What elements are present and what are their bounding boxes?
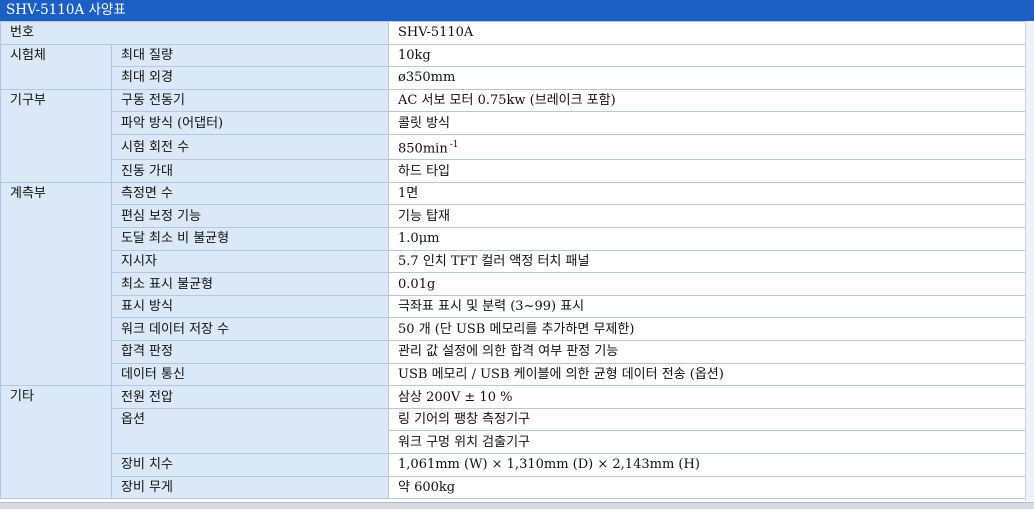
- value-text: 10kg: [398, 47, 431, 63]
- item-label: 장비 무게: [110, 475, 390, 500]
- table-row: 편심 보정 기능 기능 탑재: [1, 204, 1028, 229]
- value-text: 하드 타입: [398, 163, 450, 179]
- item-value: AC 서보 모터 0.75kw (브레이크 포함): [388, 88, 1028, 113]
- category-cell: 기구부: [0, 88, 112, 183]
- item-label: 워크 데이터 저장 수: [110, 317, 390, 342]
- item-label: 파악 방식 (어댑터): [110, 111, 390, 135]
- table-row: 데이터 통신 USB 메모리 / USB 케이블에 의한 균형 데이터 전송 (옵…: [1, 362, 1028, 387]
- item-label: 최대 외경: [110, 66, 390, 90]
- table-row: 진동 가대 하드 타입: [1, 159, 1028, 183]
- item-value: 850min -1: [388, 133, 1028, 161]
- item-value: 50 개 (단 USB 메모리를 추가하면 무제한): [388, 317, 1028, 342]
- value-text: 삼상 200V ± 10 %: [398, 389, 513, 405]
- item-label: 진동 가대: [110, 159, 390, 183]
- table-row: 장비 치수 1,061mm (W) × 1,310mm (D) × 2,143mm…: [1, 453, 1028, 477]
- item-label: 구동 전동기: [110, 88, 390, 113]
- category-cell: 시험체: [0, 43, 112, 90]
- header-label: 번호: [0, 21, 390, 45]
- item-label: 지시자: [110, 249, 390, 274]
- item-label: 도달 최소 비 불균형: [110, 227, 390, 251]
- table-row: 지시자 5.7 인치 TFT 컬러 액정 터치 패널: [1, 249, 1028, 274]
- value-text: 1면: [398, 186, 419, 202]
- item-label: 옵션: [110, 407, 390, 455]
- table-row: 파악 방식 (어댑터) 콜릿 방식: [1, 111, 1028, 135]
- table-row: 옵션 링 기어의 팽창 측정기구: [1, 407, 1028, 455]
- header-value: SHV-5110A: [388, 21, 1028, 45]
- value-text: 1.0μm: [398, 231, 440, 247]
- value-text: USB 메모리 / USB 케이블에 의한 균형 데이터 전송 (옵션): [398, 366, 724, 382]
- scrollbar-track[interactable]: [1025, 21, 1034, 501]
- item-value: 기능 탑재: [388, 204, 1028, 229]
- value-text: 1,061mm (W) × 1,310mm (D) × 2,143mm (H): [398, 457, 700, 473]
- item-value: 워크 구멍 위치 검출기구: [388, 430, 1028, 455]
- item-label: 장비 치수: [110, 453, 390, 477]
- table-row: 최대 외경 ø350mm: [1, 66, 1028, 90]
- item-value: 삼상 200V ± 10 %: [388, 385, 1028, 409]
- item-value: 1.0μm: [388, 227, 1028, 251]
- value-superscript: -1: [449, 139, 459, 150]
- value-text: 극좌표 표시 및 분력 (3~99) 표시: [398, 299, 585, 315]
- page-title: SHV-5110A 사양표: [0, 0, 1034, 21]
- item-value: 하드 타입: [388, 159, 1028, 183]
- value-text: 5.7 인치 TFT 컬러 액정 터치 패널: [398, 253, 590, 269]
- value-text: 기능 탑재: [398, 208, 450, 224]
- value-text: 850min: [398, 141, 448, 157]
- table-row: 기구부 구동 전동기 AC 서보 모터 0.75kw (브레이크 포함): [0, 88, 1028, 183]
- table-row: 최소 표시 불균형 0.01g: [1, 272, 1028, 296]
- item-value: 링 기어의 팽창 측정기구: [388, 407, 1028, 432]
- item-label: 최소 표시 불균형: [110, 272, 390, 296]
- item-label: 편심 보정 기능: [110, 204, 390, 229]
- item-value: 0.01g: [388, 272, 1028, 296]
- item-label: 시험 회전 수: [110, 133, 390, 161]
- value-text: 관리 값 설정에 의한 합격 여부 판정 기능: [398, 344, 619, 360]
- item-label: 표시 방식: [110, 294, 390, 319]
- value-text: 약 600kg: [398, 479, 456, 495]
- item-value: 1면: [388, 181, 1028, 206]
- spec-table: 번호 SHV-5110A 시험체 최대 질량 10kg 최대 외경 ø350mm 기구부 구…: [0, 21, 1028, 500]
- bottom-border: [0, 502, 1034, 509]
- table-row: 시험체 최대 질량 10kg: [0, 43, 1028, 90]
- table-row: 장비 무게 약 600kg: [1, 475, 1028, 500]
- item-label: 데이터 통신: [110, 362, 390, 387]
- item-label: 합격 판정: [110, 340, 390, 364]
- item-label: 측정면 수: [110, 181, 390, 206]
- item-value: 5.7 인치 TFT 컬러 액정 터치 패널: [388, 249, 1028, 274]
- value-text: ø350mm: [398, 70, 456, 86]
- item-value: 관리 값 설정에 의한 합격 여부 판정 기능: [388, 340, 1028, 364]
- value-text: 콜릿 방식: [398, 115, 450, 131]
- item-label: 전원 전압: [110, 385, 390, 409]
- value-text: 0.01g: [398, 276, 436, 292]
- item-value: 10kg: [388, 43, 1028, 68]
- header-row: 번호 SHV-5110A: [0, 21, 1028, 45]
- item-value: 콜릿 방식: [388, 111, 1028, 135]
- category-cell: 계측부: [0, 181, 112, 387]
- table-row: 합격 판정 관리 값 설정에 의한 합격 여부 판정 기능: [1, 340, 1028, 364]
- table-row: 기타 전원 전압 삼상 200V ± 10 %: [0, 385, 1028, 500]
- value-text: 링 기어의 팽창 측정기구: [398, 412, 531, 428]
- item-value: 약 600kg: [388, 475, 1028, 500]
- item-value: USB 메모리 / USB 케이블에 의한 균형 데이터 전송 (옵션): [388, 362, 1028, 387]
- item-label: 최대 질량: [110, 43, 390, 68]
- category-cell: 기타: [0, 385, 112, 500]
- table-row: 워크 데이터 저장 수 50 개 (단 USB 메모리를 추가하면 무제한): [1, 317, 1028, 342]
- item-value: 1,061mm (W) × 1,310mm (D) × 2,143mm (H): [388, 453, 1028, 477]
- table-row: 표시 방식 극좌표 표시 및 분력 (3~99) 표시: [1, 294, 1028, 319]
- item-value: ø350mm: [388, 66, 1028, 90]
- value-text: AC 서보 모터 0.75kw (브레이크 포함): [398, 93, 616, 109]
- table-row: 계측부 측정면 수 1면: [0, 181, 1028, 387]
- item-value: 극좌표 표시 및 분력 (3~99) 표시: [388, 294, 1028, 319]
- value-text: 50 개 (단 USB 메모리를 추가하면 무제한): [398, 321, 635, 337]
- table-row: 도달 최소 비 불균형 1.0μm: [1, 227, 1028, 251]
- value-text: 워크 구멍 위치 검출기구: [398, 434, 531, 450]
- table-row: 시험 회전 수 850min -1: [1, 133, 1028, 161]
